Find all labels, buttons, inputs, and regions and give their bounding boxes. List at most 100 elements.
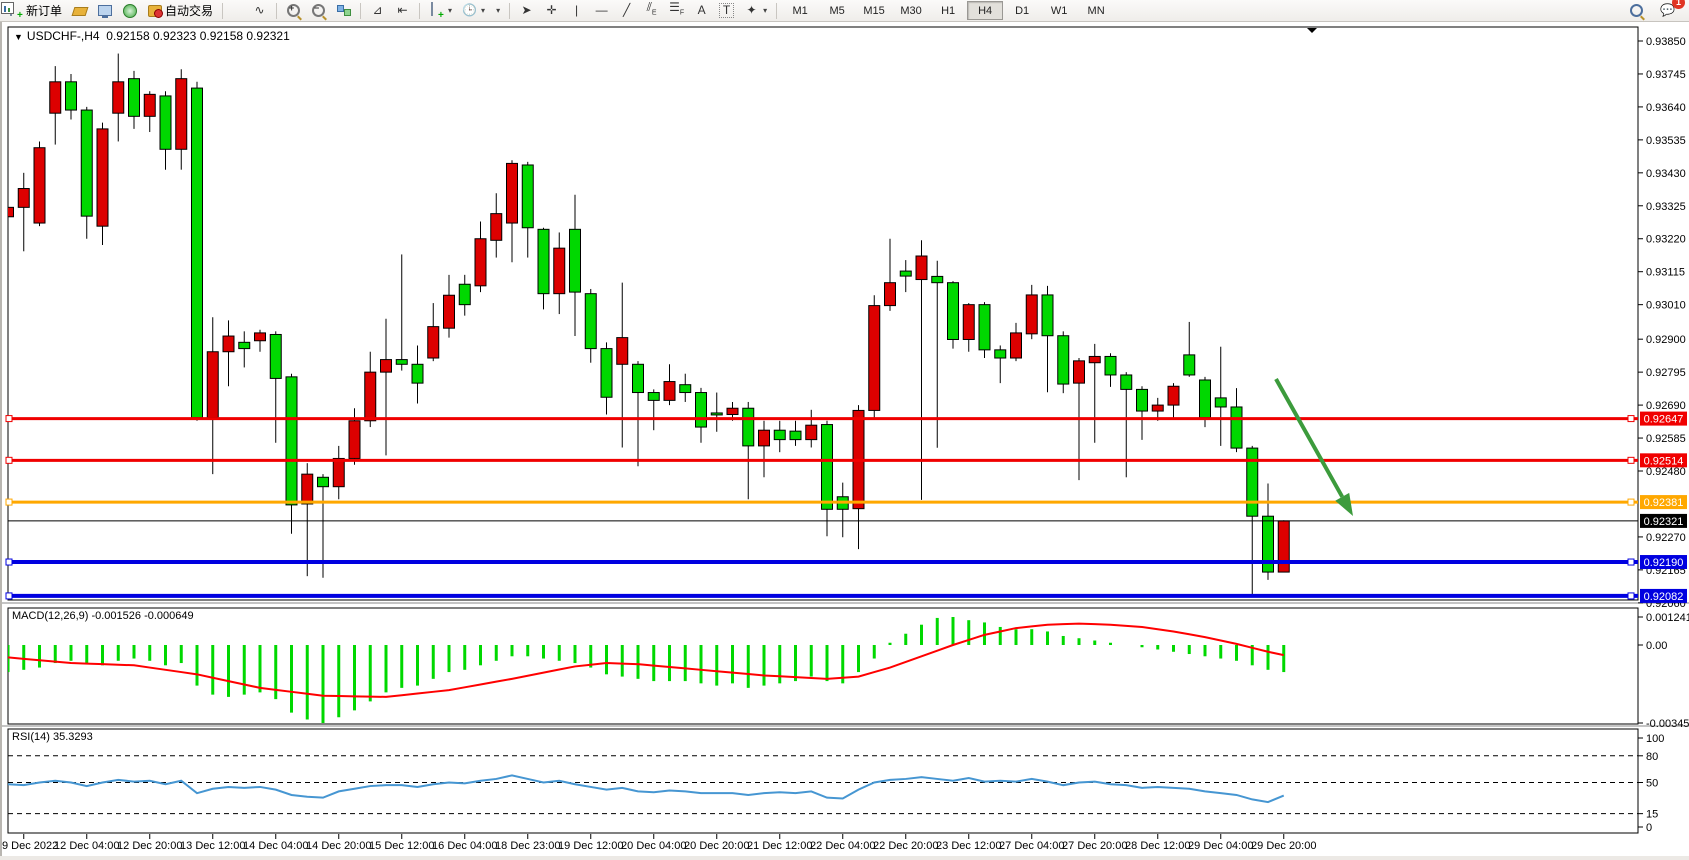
line-handle[interactable] <box>1628 416 1634 422</box>
label-tool[interactable]: T <box>715 1 738 21</box>
hline-tool[interactable]: — <box>590 1 613 21</box>
vline-tool[interactable]: | <box>565 1 588 21</box>
tf-m30[interactable]: M30 <box>893 1 929 20</box>
arrows-tool[interactable]: ✦▾ <box>740 1 771 21</box>
chart-canvas[interactable]: 0.938500.937450.936400.935350.934300.933… <box>0 0 1689 860</box>
fibonacci-tool[interactable]: ☰F <box>665 1 688 21</box>
line-chart-icon: ∿ <box>252 3 267 18</box>
line-chart-button[interactable]: ∿ <box>248 1 271 21</box>
new-order-label: 新订单 <box>26 2 62 19</box>
time-tick-label: 16 Dec 04:00 <box>432 840 497 852</box>
autotrading-button[interactable]: 自动交易 <box>143 1 217 21</box>
line-handle[interactable] <box>6 457 12 463</box>
price-level-badge-label: 0.92082 <box>1644 591 1684 603</box>
chevron-down-icon: ▾ <box>448 6 452 15</box>
crosshair-tool[interactable]: ✛ <box>540 1 563 21</box>
search-button[interactable] <box>1625 1 1648 21</box>
templates-button[interactable]: ▾ <box>491 1 504 21</box>
text-icon: A <box>694 3 709 18</box>
time-tick-label: 27 Dec 04:00 <box>999 840 1064 852</box>
chart-symbol: USDCHF-,H4 <box>27 29 100 43</box>
price-tick-label: 0.93220 <box>1646 234 1686 246</box>
price-tick-label: 0.93850 <box>1646 36 1686 48</box>
candle-body <box>176 79 187 150</box>
rsi-tick-label: 100 <box>1646 733 1664 745</box>
candle-body <box>869 306 880 411</box>
candle-body <box>727 408 738 414</box>
rsi-panel[interactable] <box>8 729 1638 833</box>
cursor-tool[interactable]: ➤ <box>515 1 538 21</box>
gold-button[interactable] <box>68 1 91 21</box>
candle-body <box>570 229 581 292</box>
time-tick-label: 20 Dec 20:00 <box>684 840 749 852</box>
zoom-in-icon: + <box>286 3 301 18</box>
clock-icon: 🕒 <box>462 3 477 18</box>
channel-tool[interactable]: ⫽E <box>640 1 663 21</box>
notification-badge: 1 <box>1672 0 1685 9</box>
time-tick-label: 29 Dec 04:00 <box>1188 840 1253 852</box>
candle-body <box>381 360 392 373</box>
candle-body <box>333 458 344 486</box>
macd-panel[interactable] <box>8 608 1638 724</box>
tf-w1[interactable]: W1 <box>1041 1 1077 20</box>
candle-body <box>475 239 486 286</box>
channel-icon: ⫽E <box>644 0 659 20</box>
candle-body <box>554 248 565 294</box>
tf-m1[interactable]: M1 <box>782 1 818 20</box>
tf-d1[interactable]: D1 <box>1004 1 1040 20</box>
candle-body <box>318 477 329 486</box>
candle-chart-button[interactable] <box>238 1 246 21</box>
trendline-tool[interactable]: ╱ <box>615 1 638 21</box>
line-handle[interactable] <box>6 416 12 422</box>
candle-body <box>1011 333 1022 358</box>
main-panel[interactable] <box>8 27 1638 600</box>
candle-body <box>66 82 77 110</box>
zoom-in-button[interactable]: + <box>282 1 305 21</box>
candle-body <box>806 425 817 439</box>
price-tick-label: 0.93325 <box>1646 201 1686 213</box>
chart-ohlc: 0.92158 0.92323 0.92158 0.92321 <box>106 29 290 43</box>
line-handle[interactable] <box>1628 499 1634 505</box>
auto-scroll-button[interactable]: ⊿ <box>366 1 389 21</box>
time-tick-label: 19 Dec 12:00 <box>558 840 623 852</box>
tf-h4[interactable]: H4 <box>967 1 1003 20</box>
auto-scroll-icon: ⊿ <box>370 3 385 18</box>
signals-button[interactable] <box>118 1 141 21</box>
tile-windows-button[interactable] <box>332 1 355 21</box>
tf-m15[interactable]: M15 <box>856 1 892 20</box>
candle-body <box>696 393 707 428</box>
bar-chart-button[interactable] <box>228 1 236 21</box>
candle-body <box>680 385 691 393</box>
window-bottom-strip <box>0 856 1689 860</box>
periods-button[interactable]: 🕒▾ <box>458 1 489 21</box>
candle-body <box>239 342 250 348</box>
price-tick-label: 0.92480 <box>1646 466 1686 478</box>
chart-shift-button[interactable]: ⇤ <box>391 1 414 21</box>
candle-body <box>743 408 754 446</box>
collapse-triangle-icon[interactable]: ▼ <box>14 32 23 42</box>
tf-m5[interactable]: M5 <box>819 1 855 20</box>
line-handle[interactable] <box>1628 559 1634 565</box>
line-handle[interactable] <box>1628 457 1634 463</box>
price-tick-label: 0.92795 <box>1646 367 1686 379</box>
line-handle[interactable] <box>6 499 12 505</box>
time-tick-label: 22 Dec 04:00 <box>810 840 875 852</box>
zoom-out-button[interactable]: − <box>307 1 330 21</box>
text-tool[interactable]: A <box>690 1 713 21</box>
time-tick-label: 12 Dec 20:00 <box>117 840 182 852</box>
line-handle[interactable] <box>6 593 12 599</box>
notifications-button[interactable]: 💬 1 <box>1656 1 1679 21</box>
new-chart-button[interactable]: +▾ <box>425 1 456 21</box>
time-tick-label: 9 Dec 2022 <box>2 840 58 852</box>
candle-body <box>255 333 266 341</box>
fibonacci-icon: ☰F <box>669 0 684 20</box>
line-handle[interactable] <box>1628 593 1634 599</box>
line-handle[interactable] <box>6 559 12 565</box>
tf-h1[interactable]: H1 <box>930 1 966 20</box>
tf-mn[interactable]: MN <box>1078 1 1114 20</box>
candle-body <box>648 393 659 401</box>
terminal-button[interactable] <box>93 1 116 21</box>
candle-body <box>3 207 14 216</box>
candle-body <box>822 425 833 510</box>
arrows-icon: ✦ <box>744 3 759 18</box>
